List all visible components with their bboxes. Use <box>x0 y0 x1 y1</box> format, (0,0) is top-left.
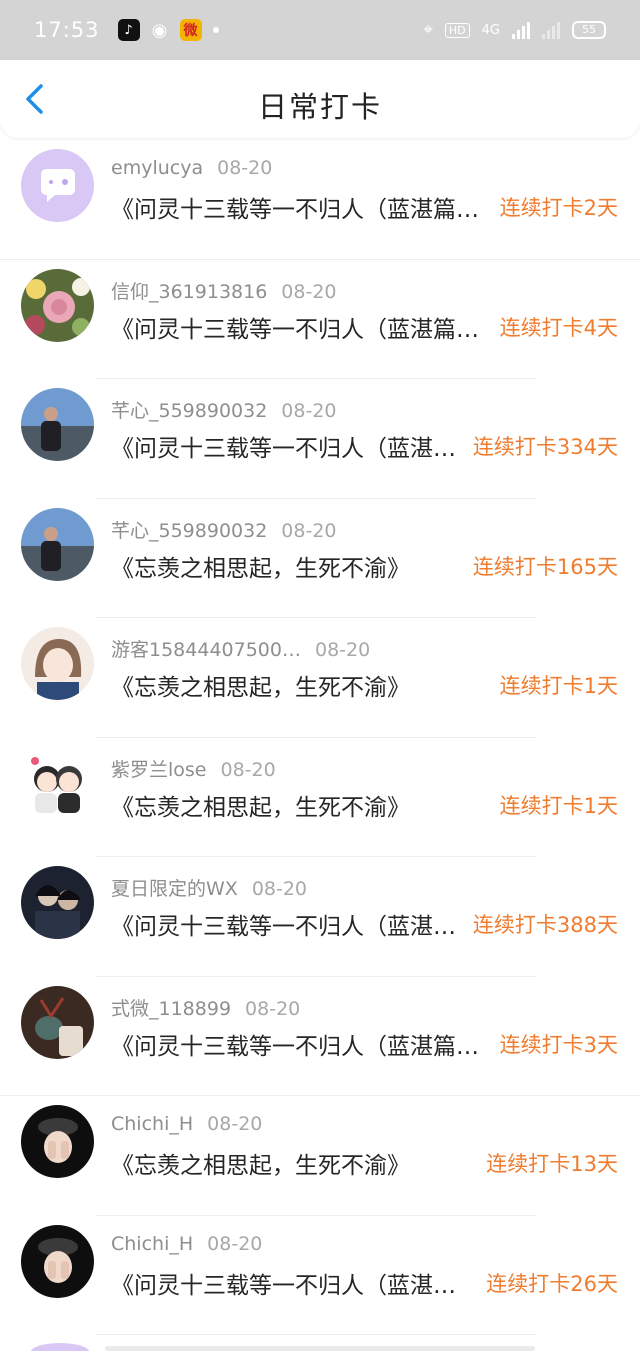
avatar[interactable] <box>21 507 94 581</box>
entry-meta: 芊心_559890032 08-20 <box>111 396 337 423</box>
streak-label: 连续打卡13天 <box>486 1152 618 1176</box>
list-item[interactable]: 信仰_361913816 08-20 《问灵十三载等一不归人（蓝湛篇… 连续打卡4… <box>0 260 640 379</box>
entry-title: 《忘羡之相思起，生死不渝》 <box>111 794 410 821</box>
entry-title: 《忘羡之相思起，生死不渝》 <box>111 555 410 582</box>
list-item[interactable]: 夏日限定的WX 08-20 《问灵十三载等一不归人（蓝湛… 连续打卡388天 <box>0 857 640 977</box>
entry-title: 《问灵十三载等一不归人（蓝湛篇… <box>111 1033 479 1060</box>
avatar[interactable] <box>21 746 94 820</box>
wechat-notification-icon: ◉ <box>151 19 168 41</box>
entry-date: 08-20 <box>281 519 337 542</box>
entry-meta: Chichi_H 08-20 <box>111 1113 262 1135</box>
list-item[interactable]: 式微_118899 08-20 《问灵十三载等一不归人（蓝湛篇… 连续打卡3天 <box>0 977 640 1096</box>
entry-date: 08-20 <box>245 997 301 1020</box>
avatar[interactable] <box>21 627 94 700</box>
username: 游客15844407500… <box>111 639 301 661</box>
username: 式微_118899 <box>111 997 232 1020</box>
avatar[interactable] <box>21 149 94 222</box>
entry-date: 08-20 <box>217 157 273 179</box>
entry-title: 《问灵十三载等一不归人（蓝湛… <box>111 914 456 940</box>
username: 芊心_559890032 <box>111 400 268 422</box>
signal-strength-icon <box>512 21 530 39</box>
location-icon: ⌖ <box>423 20 433 40</box>
streak-label: 连续打卡26天 <box>486 1271 618 1296</box>
streak-label: 连续打卡1天 <box>499 674 618 698</box>
hd-voice-icon: HD <box>444 22 470 38</box>
entry-meta: 信仰_361913816 08-20 <box>111 277 337 304</box>
navigation-bar: 日常打卡 <box>0 60 640 138</box>
username: 紫罗兰lose <box>111 758 207 781</box>
next-item-avatar-partial <box>30 1343 90 1351</box>
entry-title: 《问灵十三载等一不归人（蓝湛… <box>111 436 456 462</box>
streak-label: 连续打卡388天 <box>472 913 618 937</box>
avatar[interactable] <box>21 268 94 342</box>
streak-label: 连续打卡3天 <box>499 1032 618 1057</box>
still-life-avatar-image <box>21 985 94 1059</box>
status-time: 17:53 <box>34 18 100 42</box>
entry-date: 08-20 <box>251 878 308 900</box>
chibi-couple-avatar-image <box>21 746 94 820</box>
divider <box>96 1334 536 1335</box>
entry-title: 《问灵十三载等一不归人（蓝湛篇… <box>111 197 479 223</box>
weibo-notification-icon: 微 <box>179 19 202 41</box>
network-type-label: 4G <box>481 22 500 38</box>
entry-meta: Chichi_H 08-20 <box>111 1233 262 1255</box>
list-item[interactable]: 芊心_559890032 08-20 《忘羡之相思起，生死不渝》 连续打卡165天 <box>0 499 640 618</box>
tiktok-notification-icon: ♪ <box>117 19 140 41</box>
entry-meta: 紫罗兰lose 08-20 <box>111 755 276 782</box>
flowers-avatar-image <box>21 268 94 342</box>
avatar[interactable] <box>21 1105 94 1178</box>
entry-title: 《忘羡之相思起，生死不渝》 <box>111 675 410 701</box>
streak-label: 连续打卡4天 <box>499 315 618 340</box>
username: 夏日限定的WX <box>111 878 238 900</box>
default-avatar-chat-icon <box>21 149 94 222</box>
entry-title: 《忘羡之相思起，生死不渝》 <box>111 1153 410 1179</box>
entry-meta: 夏日限定的WX 08-20 <box>111 874 307 901</box>
girl-with-hat-avatar-image <box>21 1105 94 1178</box>
entry-date: 08-20 <box>314 639 371 661</box>
entry-meta: 式微_118899 08-20 <box>111 994 300 1021</box>
signal-strength-sim2-icon <box>542 21 560 39</box>
battery-icon: 55 <box>572 21 606 39</box>
username: Chichi_H <box>111 1232 194 1255</box>
list-item[interactable]: Chichi_H 08-20 《问灵十三载等一不归人（蓝湛… 连续打卡26天 <box>0 1216 640 1335</box>
streak-label: 连续打卡165天 <box>472 554 618 579</box>
entry-title: 《问灵十三载等一不归人（蓝湛篇… <box>111 316 479 343</box>
list-item[interactable]: 芊心_559890032 08-20 《问灵十三载等一不归人（蓝湛… 连续打卡33… <box>0 379 640 499</box>
avatar[interactable] <box>21 866 94 939</box>
person-photo-avatar-image <box>21 388 94 461</box>
status-bar: 17:53 ♪ ◉ 微 ⌖ HD 4G 55 <box>0 0 640 60</box>
avatar[interactable] <box>21 1224 94 1298</box>
entry-date: 08-20 <box>281 280 337 303</box>
drama-still-avatar-image <box>21 866 94 939</box>
list-item[interactable]: 游客15844407500… 08-20 《忘羡之相思起，生死不渝》 连续打卡1天 <box>0 618 640 738</box>
streak-label: 连续打卡334天 <box>472 435 618 459</box>
more-notifications-dot-icon <box>212 27 219 33</box>
anime-girl-avatar-image <box>21 627 94 700</box>
entry-date: 08-20 <box>207 1113 263 1135</box>
username: 信仰_361913816 <box>111 280 268 303</box>
entry-title: 《问灵十三载等一不归人（蓝湛… <box>111 1272 456 1299</box>
entry-meta: emylucya 08-20 <box>111 157 272 179</box>
person-photo-avatar-image <box>21 507 94 581</box>
checkin-list: emylucya 08-20 《问灵十三载等一不归人（蓝湛篇… 连续打卡2天 信仰… <box>0 140 640 1335</box>
streak-label: 连续打卡2天 <box>499 196 618 220</box>
username: emylucya <box>111 157 204 179</box>
list-item[interactable]: 紫罗兰lose 08-20 《忘羡之相思起，生死不渝》 连续打卡1天 <box>0 738 640 857</box>
username: Chichi_H <box>111 1113 194 1135</box>
streak-label: 连续打卡1天 <box>499 793 618 818</box>
page-title: 日常打卡 <box>257 90 382 124</box>
username: 芊心_559890032 <box>111 519 268 542</box>
avatar[interactable] <box>21 388 94 461</box>
entry-meta: 芊心_559890032 08-20 <box>111 516 337 543</box>
entry-meta: 游客15844407500… 08-20 <box>111 635 370 662</box>
entry-date: 08-20 <box>220 758 276 781</box>
list-item[interactable]: emylucya 08-20 《问灵十三载等一不归人（蓝湛篇… 连续打卡2天 <box>0 140 640 260</box>
entry-date: 08-20 <box>281 400 337 422</box>
list-item[interactable]: Chichi_H 08-20 《忘羡之相思起，生死不渝》 连续打卡13天 <box>0 1096 640 1216</box>
next-item-placeholder <box>105 1346 535 1351</box>
avatar[interactable] <box>21 985 94 1059</box>
girl-with-hat-avatar-image <box>21 1224 94 1298</box>
entry-date: 08-20 <box>207 1232 263 1255</box>
